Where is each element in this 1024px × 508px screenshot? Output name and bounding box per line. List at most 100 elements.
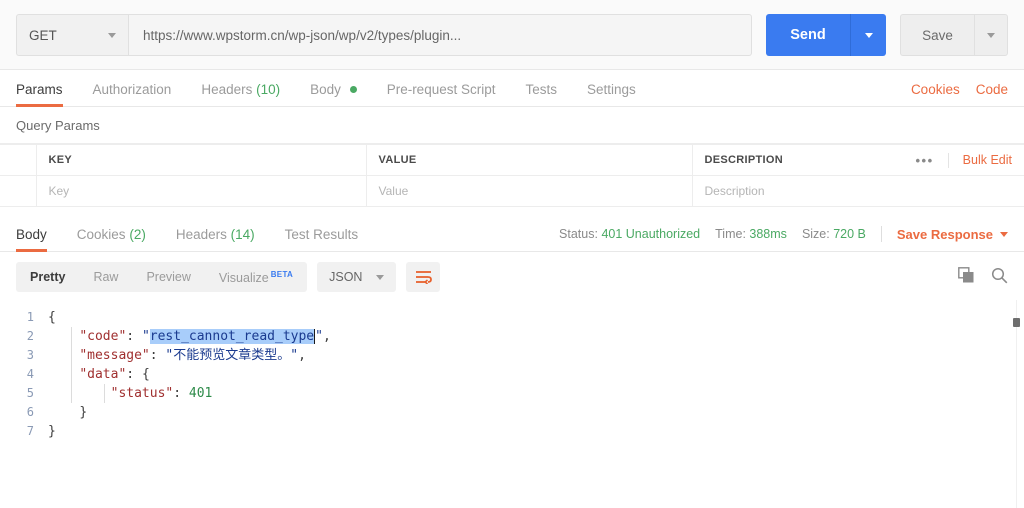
- send-button[interactable]: Send: [766, 14, 850, 56]
- size-value: 720 B: [833, 227, 866, 241]
- json-line: 4 "data": {: [0, 365, 1024, 384]
- vertical-scrollbar-track[interactable]: [1016, 300, 1017, 508]
- search-button[interactable]: [991, 267, 1008, 287]
- response-tab-headers[interactable]: Headers (14): [176, 227, 255, 251]
- size-label: Size:: [801, 227, 830, 241]
- request-tab-links: Cookies Code: [911, 82, 1008, 106]
- json-line: 5 "status": 401: [0, 384, 1024, 403]
- json-line: 1{: [0, 308, 1024, 327]
- table-header-row: KEY VALUE DESCRIPTION ••• Bulk Edit: [0, 144, 1024, 176]
- json-code[interactable]: }: [48, 422, 56, 441]
- save-button-group: Save: [900, 14, 1008, 56]
- description-input[interactable]: Description: [692, 175, 1024, 207]
- response-format-selector[interactable]: JSON: [317, 262, 397, 292]
- line-number: 6: [26, 405, 34, 419]
- http-method-label: GET: [29, 27, 57, 43]
- json-token: }: [48, 424, 56, 439]
- mode-label: Visualize: [218, 271, 269, 286]
- size-group: Size: 720 B: [802, 227, 866, 241]
- view-mode-pretty[interactable]: Pretty: [16, 262, 79, 292]
- tab-tests[interactable]: Tests: [525, 82, 557, 106]
- tab-settings[interactable]: Settings: [587, 82, 636, 106]
- request-url-bar: GET Send Save: [0, 0, 1024, 70]
- send-options-button[interactable]: [850, 14, 886, 56]
- json-code[interactable]: }: [48, 403, 87, 422]
- query-params-table: KEY VALUE DESCRIPTION ••• Bulk Edit Key …: [0, 144, 1024, 207]
- http-method-selector[interactable]: GET: [16, 14, 128, 56]
- bulk-edit-button[interactable]: Bulk Edit: [949, 153, 1012, 167]
- json-token: ": [141, 329, 150, 344]
- json-code[interactable]: "code": "rest_cannot_read_type",: [48, 327, 331, 346]
- tab-params[interactable]: Params: [16, 82, 63, 107]
- status-badge: 401 Unauthorized: [601, 227, 701, 241]
- save-response-button[interactable]: Save Response: [897, 227, 1008, 242]
- word-wrap-icon: [415, 271, 432, 284]
- tab-body[interactable]: Body: [310, 82, 357, 106]
- json-line: 3 "message": "不能预览文章类型。",: [0, 346, 1024, 365]
- fold-guide-level-1: [71, 327, 72, 403]
- json-lines-container: 1{2 "code": "rest_cannot_read_type", 3 "m…: [0, 308, 1024, 441]
- view-mode-raw[interactable]: Raw: [79, 262, 132, 292]
- json-token: {: [141, 367, 150, 382]
- copy-button[interactable]: [958, 267, 975, 287]
- chevron-down-icon: [108, 32, 116, 38]
- divider: [880, 226, 882, 242]
- json-token: {: [48, 310, 56, 325]
- json-token: "code": [79, 329, 127, 344]
- selected-text: rest_cannot_read_type: [149, 329, 316, 344]
- format-label: JSON: [329, 270, 363, 284]
- copy-icon: [958, 267, 974, 283]
- request-url-input[interactable]: [128, 14, 752, 56]
- response-tab-test-results[interactable]: Test Results: [285, 227, 359, 251]
- save-options-button[interactable]: [974, 14, 1008, 56]
- response-tab-cookies[interactable]: Cookies (2): [77, 227, 146, 251]
- cookies-link[interactable]: Cookies: [911, 82, 960, 97]
- vertical-scrollbar-thumb[interactable]: [1013, 318, 1020, 327]
- chevron-down-icon: [1000, 231, 1008, 237]
- mode-label: Raw: [93, 270, 119, 284]
- json-code[interactable]: "message": "不能预览文章类型。",: [48, 346, 306, 365]
- table-row[interactable]: Key Value Description: [0, 175, 1024, 207]
- json-code[interactable]: "status": 401: [48, 384, 213, 403]
- tab-label: Headers: [201, 82, 253, 97]
- response-body-viewer[interactable]: 1{2 "code": "rest_cannot_read_type", 3 "m…: [0, 300, 1024, 508]
- line-number: 5: [26, 386, 34, 400]
- response-view-toolbar: Pretty Raw Preview Visualize BETA JSON: [0, 252, 1024, 300]
- checkbox-column-header: [0, 144, 37, 176]
- tab-label: Body: [310, 82, 341, 97]
- body-present-dot-icon: [349, 86, 357, 93]
- key-input[interactable]: Key: [36, 175, 367, 207]
- chevron-down-icon: [864, 32, 873, 38]
- view-mode-visualize[interactable]: Visualize BETA: [205, 260, 307, 293]
- row-checkbox[interactable]: [0, 175, 37, 207]
- tab-headers[interactable]: Headers (10): [201, 82, 280, 106]
- json-code[interactable]: "data": {: [48, 365, 150, 384]
- more-options-icon[interactable]: •••: [902, 152, 949, 168]
- chevron-down-icon: [987, 32, 995, 38]
- tab-authorization[interactable]: Authorization: [93, 82, 172, 106]
- tab-label: Settings: [587, 82, 636, 97]
- status-label: Status:: [559, 227, 598, 241]
- beta-badge: BETA: [270, 270, 294, 280]
- tab-label: Authorization: [92, 82, 172, 97]
- code-link[interactable]: Code: [976, 82, 1008, 97]
- save-button[interactable]: Save: [900, 14, 974, 56]
- json-token: :: [149, 348, 166, 363]
- json-token: "不能预览文章类型。": [165, 348, 299, 363]
- tab-count: (2): [129, 227, 146, 242]
- response-tab-body[interactable]: Body: [16, 227, 47, 252]
- tab-label: Test Results: [284, 227, 359, 242]
- json-token: ": [315, 329, 323, 344]
- view-mode-group: Pretty Raw Preview Visualize BETA: [16, 260, 308, 293]
- line-number: 4: [26, 367, 34, 381]
- json-token: ,: [298, 348, 306, 363]
- tab-pre-request-script[interactable]: Pre-request Script: [387, 82, 496, 106]
- value-input[interactable]: Value: [366, 175, 693, 207]
- view-mode-preview[interactable]: Preview: [132, 262, 204, 292]
- description-label: DESCRIPTION: [704, 154, 783, 166]
- word-wrap-button[interactable]: [406, 262, 441, 292]
- status-group: Status: 401 Unauthorized: [559, 227, 700, 241]
- json-code[interactable]: {: [48, 308, 56, 327]
